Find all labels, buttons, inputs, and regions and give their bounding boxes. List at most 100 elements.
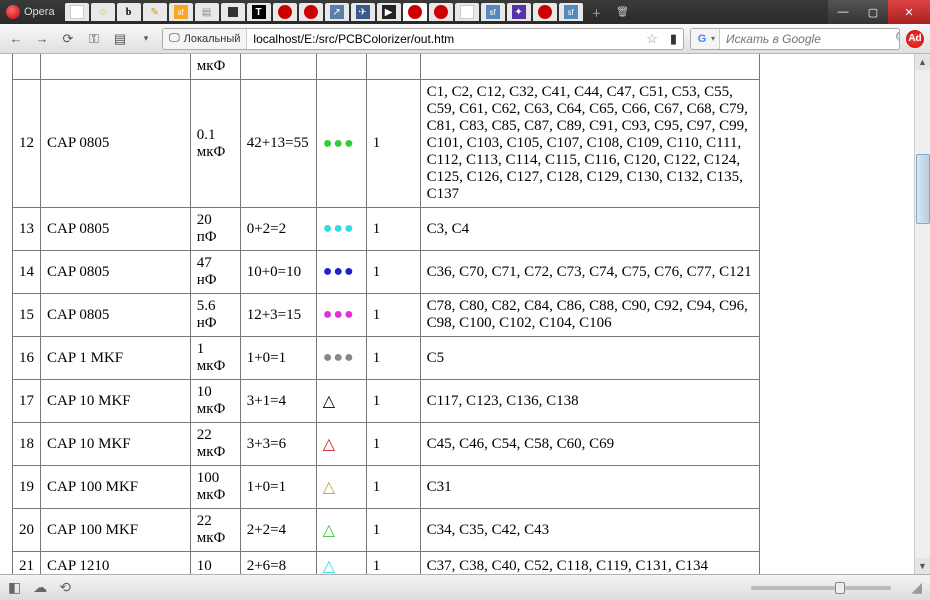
t-icon: T: [252, 5, 266, 19]
cell-qty: 1: [366, 466, 420, 509]
cell-refs: C1, C2, C12, C32, C41, C44, C47, C51, C5…: [420, 80, 759, 208]
tab-strip: ☺ b ✎ sf ▤ T ↗ ✈ ▶ sf ✦ sf ＋ 🗑: [61, 0, 828, 24]
window-controls: — ▢ ✕: [828, 0, 930, 24]
cell-refs: C5: [420, 337, 759, 380]
page-body: мкФ12CAP 08050.1 мкФ42+13=55●●●1C1, C2, …: [0, 54, 914, 574]
tab[interactable]: [455, 3, 479, 21]
scroll-up-button[interactable]: ▲: [915, 54, 930, 70]
tab[interactable]: sf: [481, 3, 505, 21]
blank-icon: [70, 5, 84, 19]
cell-marker: ●●●: [316, 208, 366, 251]
opera-menu[interactable]: Opera: [0, 0, 61, 24]
cell-package: CAP 100 MKF: [41, 509, 191, 552]
cell-num: 16: [13, 337, 41, 380]
cloud-icon[interactable]: ☁: [33, 579, 47, 596]
tab[interactable]: ✈: [351, 3, 375, 21]
cell-package: CAP 0805: [41, 80, 191, 208]
table-row: 12CAP 08050.1 мкФ42+13=55●●●1C1, C2, C12…: [13, 80, 760, 208]
bookmark-star-icon[interactable]: ☆: [640, 31, 664, 47]
tab[interactable]: [273, 3, 297, 21]
cell-value: 100 мкФ: [190, 466, 240, 509]
cell-marker: △: [316, 466, 366, 509]
cell-package: [41, 54, 191, 80]
tab[interactable]: ☺: [91, 3, 115, 21]
scroll-down-button[interactable]: ▼: [915, 558, 930, 574]
tab[interactable]: ↗: [325, 3, 349, 21]
back-button[interactable]: ←: [6, 29, 26, 49]
cell-qty: 1: [366, 509, 420, 552]
cell-value: 1 мкФ: [190, 337, 240, 380]
tab[interactable]: b: [117, 3, 141, 21]
cell-count: 1+0=1: [240, 337, 316, 380]
tab[interactable]: [221, 3, 245, 21]
key-icon[interactable]: ⚿: [84, 29, 104, 49]
cell-count: 2+6=8: [240, 552, 316, 575]
adblock-icon[interactable]: Ad: [906, 30, 924, 48]
scroll-thumb[interactable]: [916, 154, 930, 224]
google-icon: G: [695, 32, 709, 46]
cell-num: 18: [13, 423, 41, 466]
opera-tab-icon: [434, 5, 448, 19]
tab[interactable]: [533, 3, 557, 21]
search-button[interactable]: 🔍: [889, 31, 900, 47]
minimize-button[interactable]: —: [828, 0, 858, 24]
table-row: 16CAP 1 MKF1 мкФ1+0=1●●●1C5: [13, 337, 760, 380]
tab[interactable]: [299, 3, 323, 21]
table-row: 20CAP 100 MKF22 мкФ2+2=4△1C34, C35, C42,…: [13, 509, 760, 552]
zone-text: Локальный: [184, 33, 241, 45]
cell-package: CAP 10 MKF: [41, 380, 191, 423]
search-engine-button[interactable]: G ▾: [691, 29, 720, 49]
tab[interactable]: ▶: [377, 3, 401, 21]
zoom-slider[interactable]: [751, 586, 891, 590]
b-icon: b: [122, 5, 136, 19]
cell-num: 20: [13, 509, 41, 552]
vertical-scrollbar[interactable]: ▲ ▼: [914, 54, 930, 574]
sync-icon[interactable]: ⟲: [59, 579, 71, 596]
tab[interactable]: [429, 3, 453, 21]
cell-marker: ●●●: [316, 337, 366, 380]
zoom-thumb[interactable]: [835, 582, 845, 594]
tab[interactable]: sf: [559, 3, 583, 21]
cell-marker: △: [316, 423, 366, 466]
badge-icon[interactable]: ▮: [664, 31, 683, 47]
close-button[interactable]: ✕: [888, 0, 930, 24]
toolbar: ← → ⟳ ⚿ ▤ ▾ 🖵 Локальный ☆ ▮ G ▾ 🔍 Ad: [0, 24, 930, 54]
sf-icon: sf: [174, 5, 188, 19]
page-icon[interactable]: ▤: [110, 29, 130, 49]
tab[interactable]: sf: [169, 3, 193, 21]
tab[interactable]: T: [247, 3, 271, 21]
tab[interactable]: ✦: [507, 3, 531, 21]
chevron-down-icon[interactable]: ▾: [136, 29, 156, 49]
maximize-button[interactable]: ▢: [858, 0, 888, 24]
panel-icon[interactable]: ◧: [8, 579, 21, 596]
resize-grip-icon[interactable]: ◢: [911, 579, 922, 596]
cell-refs: C36, C70, C71, C72, C73, C74, C75, C76, …: [420, 251, 759, 294]
trash-button[interactable]: 🗑: [611, 3, 635, 21]
cell-marker: △: [316, 380, 366, 423]
address-zone-label[interactable]: 🖵 Локальный: [163, 29, 247, 49]
tab[interactable]: [65, 3, 89, 21]
cell-package: CAP 0805: [41, 294, 191, 337]
search-input[interactable]: [720, 32, 889, 46]
reload-button[interactable]: ⟳: [58, 29, 78, 49]
cell-value: 47 нФ: [190, 251, 240, 294]
statusbar: ◧ ☁ ⟲ ◢: [0, 574, 930, 600]
table-row: 19CAP 100 MKF100 мкФ1+0=1△1C31: [13, 466, 760, 509]
forward-button[interactable]: →: [32, 29, 52, 49]
cell-count: 1+0=1: [240, 466, 316, 509]
cell-num: 12: [13, 80, 41, 208]
new-tab-button[interactable]: ＋: [585, 3, 609, 21]
browser-name: Opera: [24, 6, 55, 18]
cell-marker: △: [316, 552, 366, 575]
url-input[interactable]: [247, 29, 640, 49]
table-row: 21CAP 1210102+6=8△1C37, C38, C40, C52, C…: [13, 552, 760, 575]
cell-marker: [316, 54, 366, 80]
tab[interactable]: ✎: [143, 3, 167, 21]
cell-num: 17: [13, 380, 41, 423]
tab-active[interactable]: [403, 3, 427, 21]
arrow-icon: ↗: [330, 5, 344, 19]
cell-num: [13, 54, 41, 80]
cell-qty: 1: [366, 380, 420, 423]
table-row: 14CAP 080547 нФ10+0=10●●●1C36, C70, C71,…: [13, 251, 760, 294]
tab[interactable]: ▤: [195, 3, 219, 21]
